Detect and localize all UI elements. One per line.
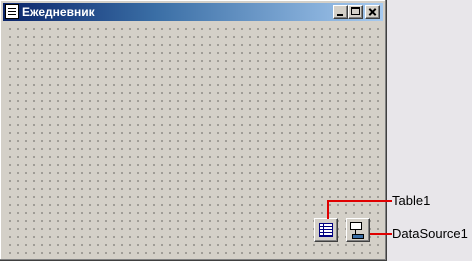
maximize-button[interactable] xyxy=(348,5,363,19)
window-title: Ежедневник xyxy=(22,5,95,19)
table-callout-line-horizontal xyxy=(327,200,392,202)
table-component-icon xyxy=(319,223,333,237)
form-icon[interactable] xyxy=(5,4,19,19)
close-button[interactable] xyxy=(365,5,380,19)
datasource-callout-label: DataSource1 xyxy=(392,226,468,241)
minimize-button[interactable] xyxy=(333,5,348,19)
table-callout-label: Table1 xyxy=(392,193,431,208)
title-bar[interactable]: Ежедневник xyxy=(3,3,383,21)
datasource-component-icon xyxy=(350,222,362,230)
datasource-base-glyph xyxy=(352,234,364,239)
table-callout-line xyxy=(327,200,329,219)
datasource-component[interactable] xyxy=(346,218,370,242)
form-window[interactable]: Ежедневник xyxy=(0,0,387,261)
table-component[interactable] xyxy=(314,218,338,242)
datasource-callout-line xyxy=(370,233,392,235)
